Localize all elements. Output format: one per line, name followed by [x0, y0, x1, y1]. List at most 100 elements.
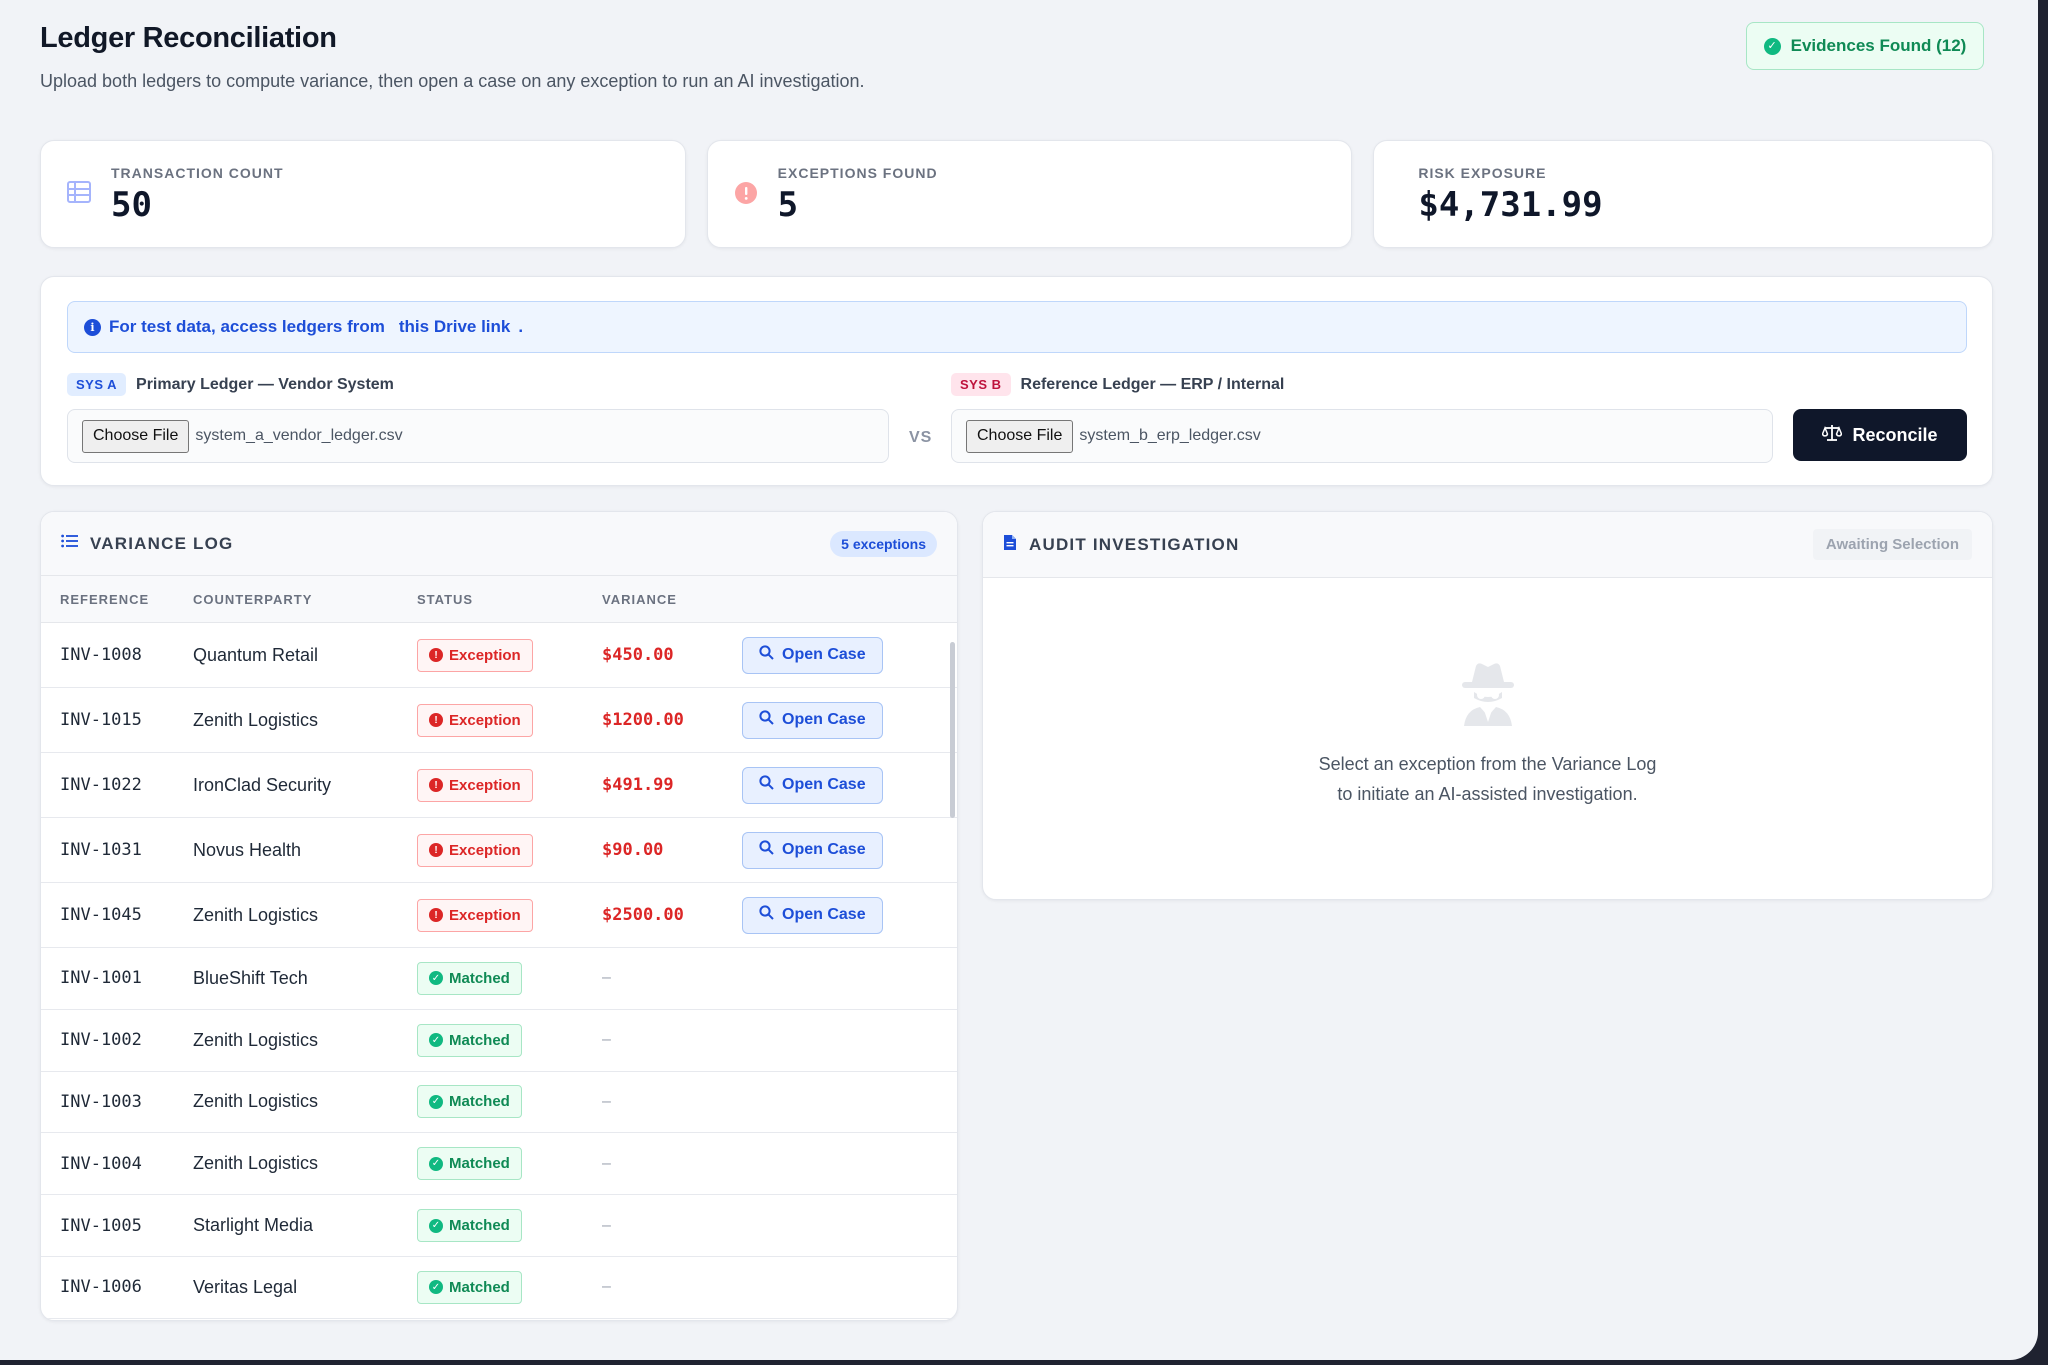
sys-b-file-name: system_b_erp_ledger.csv — [1079, 427, 1261, 444]
audit-empty-line-2: to initiate an AI-assisted investigation… — [1337, 784, 1638, 804]
status-cell: ! Exception — [417, 703, 602, 737]
counterparty-cell: Starlight Media — [193, 1215, 314, 1236]
reference-cell: INV-1022 — [41, 775, 193, 795]
counterparty-cell: Veritas Legal — [193, 1276, 298, 1297]
status-badge: ✓ Matched — [417, 1085, 522, 1119]
counterparty-cell: Zenith Logistics — [193, 904, 319, 925]
table-row[interactable]: INV-1002 Zenith Logistics ✓ Matched – — [41, 1010, 957, 1072]
open-case-button[interactable]: Open Case — [742, 896, 883, 934]
audit-investigation-title: AUDIT INVESTIGATION — [1029, 534, 1240, 554]
sys-a-file-input[interactable]: Choose File system_a_vendor_ledger.csv — [67, 409, 889, 463]
reference-value: INV-1005 — [60, 1215, 142, 1236]
scrollbar-thumb[interactable] — [950, 642, 955, 818]
table-row[interactable]: INV-1015 Zenith Logistics! Exception $1200.… — [41, 688, 957, 753]
reference-cell: INV-1002 — [41, 1030, 193, 1050]
table-header: REFERENCE COUNTERPARTY STATUS VARIANCE — [41, 576, 957, 623]
status-label: Matched — [449, 969, 510, 987]
variance-empty: – — [602, 1154, 611, 1172]
open-case-label: Open Case — [782, 841, 866, 858]
audit-empty-line-1: Select an exception from the Variance Lo… — [1318, 754, 1657, 774]
check-circle-icon: ✓ — [1763, 37, 1781, 55]
reference-cell: INV-1045 — [41, 905, 193, 925]
table-row[interactable]: INV-1004 Zenith Logistics ✓ Matched – — [41, 1133, 957, 1196]
sys-b-choose-file-button[interactable]: Choose File — [966, 419, 1074, 453]
sys-b-header: SYS B Reference Ledger — ERP / Internal — [951, 373, 1284, 396]
status-cell: ! Exception — [417, 898, 602, 932]
open-case-label: Open Case — [782, 646, 866, 663]
app-window: Ledger Reconciliation Upload both ledger… — [0, 0, 2038, 1360]
counterparty-cell: Quantum Retail — [193, 644, 319, 665]
exclamation-icon: ! — [429, 778, 443, 792]
action-cell: Open Case — [742, 766, 883, 804]
status-badge: ! Exception — [417, 768, 533, 802]
table-row[interactable]: INV-1001 BlueShift Tech ✓ Matched – — [41, 948, 957, 1010]
reference-value: INV-1003 — [60, 1091, 142, 1112]
status-label: Matched — [449, 1155, 510, 1173]
vs-label: VS — [909, 429, 933, 446]
reference-cell: INV-1004 — [41, 1154, 193, 1174]
stat-label: TRANSACTION COUNT — [111, 165, 284, 181]
table-row[interactable]: INV-1008 Quantum Retail! Exception $450.00 O… — [41, 623, 957, 688]
evidence-found-badge[interactable]: ✓ Evidences Found (12) — [1746, 22, 1984, 70]
sys-b-file-input[interactable]: Choose File system_b_erp_ledger.csv — [951, 409, 1773, 463]
variance-cell: – — [602, 1031, 742, 1049]
page-header: Ledger Reconciliation Upload both ledger… — [40, 22, 1984, 102]
reference-cell: INV-1003 — [41, 1092, 193, 1112]
variance-cell: – — [602, 1093, 742, 1111]
open-case-label: Open Case — [782, 776, 866, 793]
info-banner-text: For test data, access ledgers from — [109, 317, 385, 336]
reconcile-button[interactable]: Reconcile — [1793, 409, 1967, 461]
variance-empty: – — [602, 1278, 611, 1296]
action-cell: Open Case — [742, 831, 883, 869]
action-cell: Open Case — [742, 896, 883, 934]
reference-value: INV-1015 — [60, 710, 142, 730]
exclamation-icon: ! — [429, 908, 443, 922]
table-row[interactable]: INV-1022 IronClad Security! Exception $491.… — [41, 753, 957, 818]
table-row[interactable]: INV-1003 Zenith Logistics ✓ Matched – — [41, 1072, 957, 1134]
alert-icon — [734, 181, 758, 210]
document-icon — [1003, 534, 1017, 556]
page-title: Ledger Reconciliation — [40, 22, 337, 54]
exclamation-icon: ! — [429, 843, 443, 857]
audit-investigation-header: AUDIT INVESTIGATION Awaiting Selection — [983, 512, 1992, 578]
sys-a-choose-file-button[interactable]: Choose File — [82, 419, 190, 453]
variance-cell: – — [602, 1155, 742, 1173]
status-label: Exception — [449, 841, 521, 859]
table-scrollbar[interactable] — [949, 578, 955, 1266]
variance-log-header: VARIANCE LOG 5 exceptions — [41, 512, 957, 576]
variance-empty: – — [602, 969, 611, 987]
table-row[interactable]: INV-1045 Zenith Logistics! Exception $2500.… — [41, 883, 957, 948]
reference-value: INV-1008 — [60, 645, 142, 665]
check-circle-icon: ✓ — [429, 971, 443, 986]
list-icon — [61, 534, 78, 553]
upload-panel: i For test data, access ledgers from thi… — [40, 276, 1993, 486]
status-badge: ✓ Matched — [417, 1270, 522, 1304]
table-row[interactable]: INV-1031 Novus Health! Exception $90.00 Open… — [41, 818, 957, 883]
exclamation-icon: ! — [429, 713, 443, 727]
table-row[interactable]: INV-1006 Veritas Legal ✓ Matched – — [41, 1257, 957, 1319]
scale-icon — [1822, 424, 1843, 447]
status-label: Exception — [449, 906, 521, 924]
counterparty-cell: BlueShift Tech — [193, 967, 308, 988]
sys-b-tag: SYS B — [951, 373, 1011, 396]
drive-link[interactable]: this Drive link — [399, 317, 510, 337]
status-badge: ! Exception — [417, 833, 533, 867]
table-icon — [67, 181, 91, 208]
open-case-button[interactable]: Open Case — [742, 766, 883, 804]
reference-value: INV-1031 — [60, 840, 142, 860]
sys-a-file-name: system_a_vendor_ledger.csv — [195, 427, 403, 444]
reference-cell: INV-1031 — [41, 840, 193, 860]
audit-empty-state: Select an exception from the Variance Lo… — [983, 660, 1992, 809]
reference-value: INV-1002 — [60, 1030, 142, 1051]
open-case-button[interactable]: Open Case — [742, 701, 883, 739]
counterparty-cell: Zenith Logistics — [193, 1153, 319, 1174]
table-row[interactable]: INV-1005 Starlight Media ✓ Matched – — [41, 1195, 957, 1257]
check-circle-icon: ✓ — [429, 1033, 443, 1048]
open-case-button[interactable]: Open Case — [742, 831, 883, 869]
variance-log-panel: VARIANCE LOG 5 exceptions REFERENCE COUN… — [40, 511, 958, 1321]
open-case-button[interactable]: Open Case — [742, 636, 883, 674]
status-cell: ✓ Matched — [417, 1147, 602, 1181]
status-cell: ! Exception — [417, 833, 602, 867]
column-header-status: STATUS — [417, 591, 474, 607]
counterparty-cell: Zenith Logistics — [193, 1029, 319, 1050]
